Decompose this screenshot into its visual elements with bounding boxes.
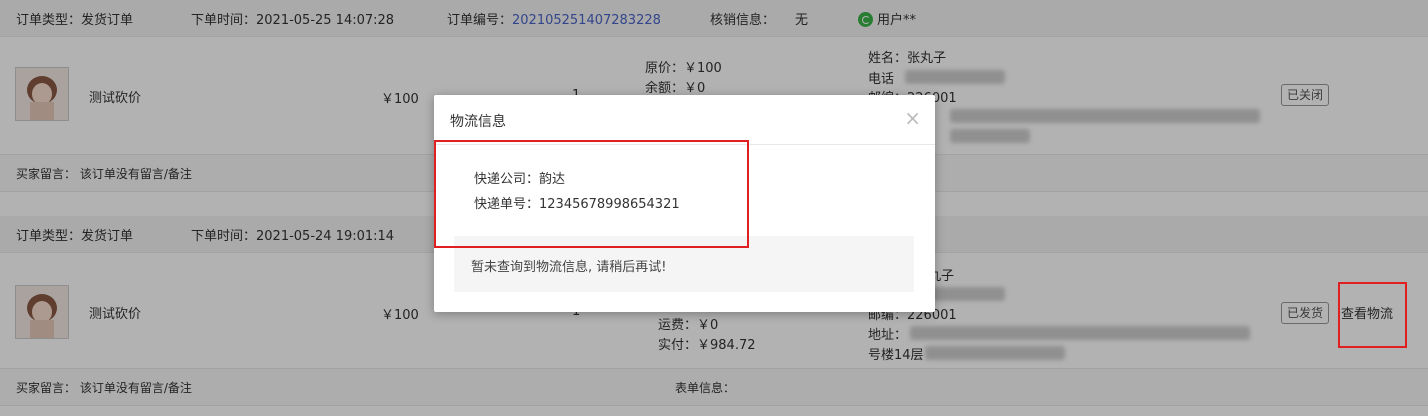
logistics-modal: 物流信息 × 快递公司：韵达 快递单号：12345678998654321 暂未… [434,95,935,312]
close-icon[interactable]: × [904,108,921,128]
highlight-box [434,140,749,248]
logistics-notice-text: 暂未查询到物流信息, 请稍后再试! [471,260,667,275]
highlight-box [1338,282,1407,348]
modal-title: 物流信息 [450,114,506,130]
order-list-page: 订单类型：发货订单 下单时间：2021-05-25 14:07:28 订单编号：… [0,0,1428,416]
